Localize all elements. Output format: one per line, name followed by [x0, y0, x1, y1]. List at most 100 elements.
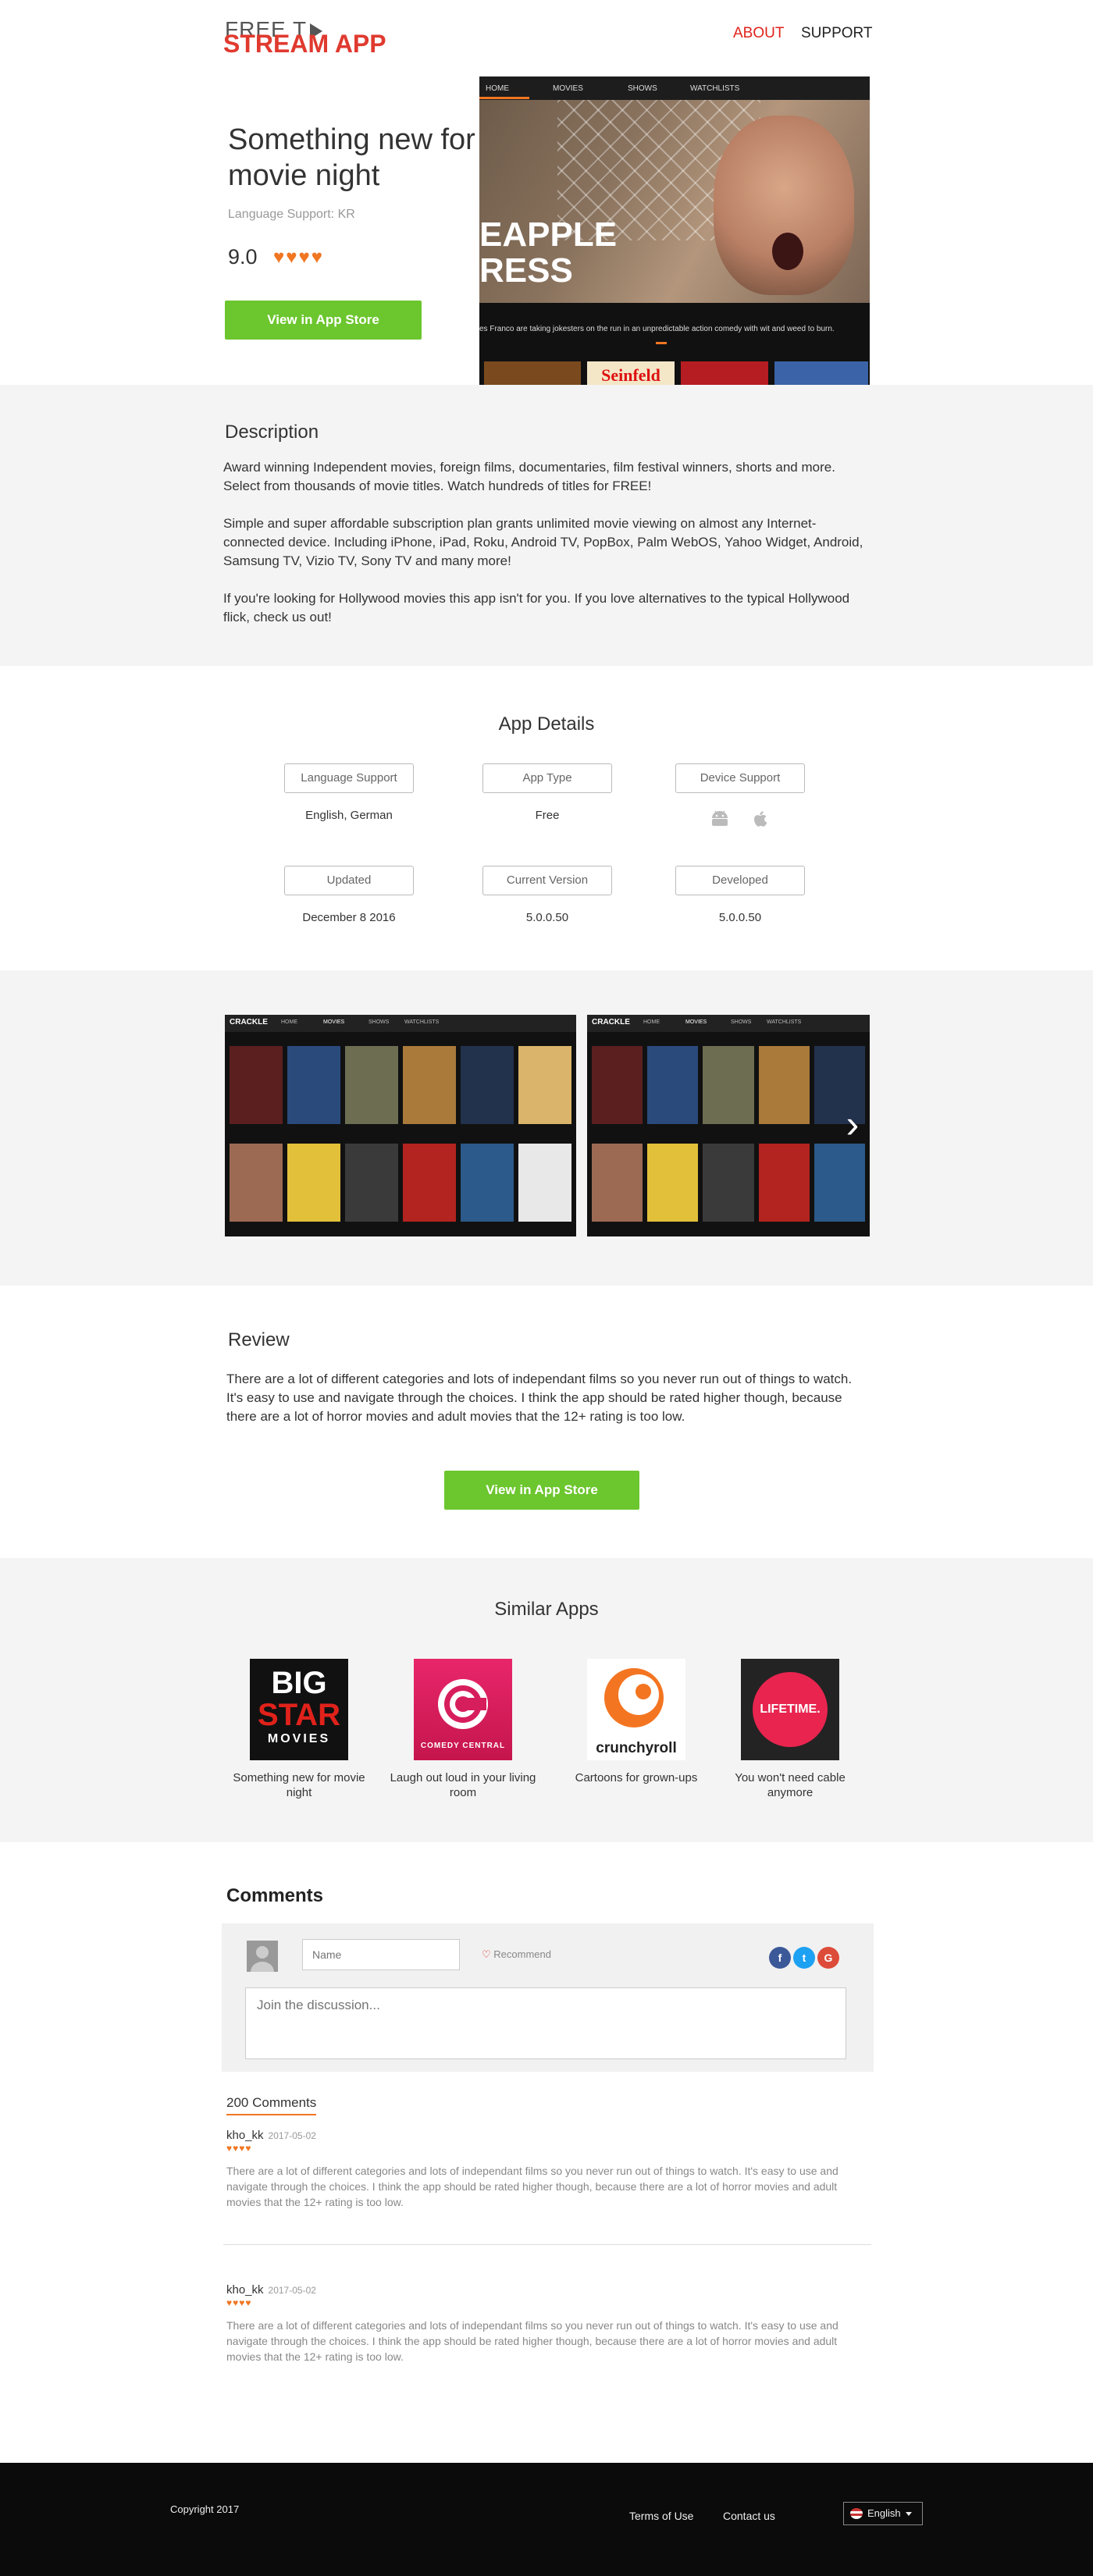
- comment-author[interactable]: kho_kk: [226, 2283, 264, 2297]
- comment-text: There are a lot of different categories …: [226, 2165, 838, 2208]
- similar-apps-heading: Similar Apps: [494, 1599, 599, 1620]
- comment-rating: ♥♥♥♥: [226, 2297, 252, 2308]
- hero-rating: 9.0: [228, 245, 258, 269]
- view-in-app-store-button[interactable]: View in App Store: [225, 301, 422, 340]
- screenshot-tab-watchlists: WATCHLISTS: [690, 84, 740, 93]
- lifetime-logo: LIFETIME.: [753, 1672, 828, 1747]
- poster: [703, 1144, 754, 1222]
- gallery-screenshot-2[interactable]: CRACKLE HOME MOVIES SHOWS WATCHLISTS: [587, 1015, 870, 1236]
- comment-divider: [223, 2244, 871, 2245]
- name-input[interactable]: [302, 1939, 460, 1970]
- poster: [758, 1144, 810, 1222]
- contact-link[interactable]: Contact us: [723, 2510, 775, 2522]
- poster: [758, 1046, 810, 1124]
- discussion-input[interactable]: [245, 1987, 846, 2059]
- poster: [345, 1046, 398, 1124]
- flag-icon: [850, 2508, 863, 2519]
- crunchyroll-app[interactable]: crunchyroll: [587, 1659, 685, 1760]
- poster: [647, 1144, 699, 1222]
- description-paragraph-2: Simple and super affordable subscription…: [223, 516, 863, 568]
- detail-value-language: English, German: [305, 809, 393, 822]
- facebook-icon[interactable]: f: [769, 1947, 791, 1969]
- featured-title: EAPPLE RESS: [479, 215, 618, 290]
- recommend-button[interactable]: ♡ Recommend: [482, 1948, 551, 1961]
- poster: [681, 361, 768, 385]
- comments-heading: Comments: [226, 1885, 324, 1906]
- poster-seinfeld: Seinfeld: [587, 361, 675, 385]
- detail-label-language: Language Support: [284, 763, 414, 793]
- poster: [518, 1144, 571, 1222]
- crackle-logo: CRACKLE: [230, 1018, 268, 1026]
- logo-bottom[interactable]: STREAM APP: [223, 30, 386, 59]
- comment-count: 200 Comments: [226, 2095, 317, 2115]
- user-icon: [247, 1941, 278, 1972]
- hero-language: Language Support: KR: [228, 208, 355, 221]
- poster: [345, 1144, 398, 1222]
- screenshot-tab-movies: MOVIES: [553, 84, 583, 93]
- poster: [461, 1144, 514, 1222]
- comment-item-2: kho_kk 2017-05-02 ♥♥♥♥ There are a lot of…: [226, 2283, 843, 2364]
- detail-value-updated: December 8 2016: [302, 911, 396, 924]
- detail-label-version: Current Version: [482, 866, 612, 895]
- detail-label-developed: Developed: [675, 866, 805, 895]
- comment-form: ♡ Recommend f t G: [222, 1923, 874, 2072]
- poster: [814, 1144, 865, 1222]
- poster: [230, 1144, 283, 1222]
- gallery-next-arrow[interactable]: ›: [838, 1101, 867, 1147]
- rating-hearts: ♥♥♥♥: [273, 247, 324, 268]
- gallery-screenshot-1[interactable]: CRACKLE HOME MOVIES SHOWS WATCHLISTS: [225, 1015, 576, 1236]
- poster: [647, 1046, 699, 1124]
- comment-rating: ♥♥♥♥: [226, 2143, 252, 2154]
- comment-author[interactable]: kho_kk: [226, 2129, 264, 2142]
- detail-value-version: 5.0.0.50: [525, 911, 569, 924]
- screenshot-nav: HOME MOVIES SHOWS WATCHLISTS: [479, 76, 870, 100]
- review-text: There are a lot of different categories …: [226, 1372, 853, 1424]
- language-select[interactable]: English: [843, 2502, 923, 2525]
- comedy-central-app[interactable]: COMEDY CENTRAL: [414, 1659, 512, 1760]
- crackle-logo: CRACKLE: [592, 1018, 630, 1026]
- big-star-movies-app[interactable]: BIG STAR MOVIES: [250, 1659, 348, 1760]
- poster-row: Seinfeld: [479, 361, 870, 385]
- google-icon[interactable]: G: [817, 1947, 839, 1969]
- similar-app-caption-4: You won't need cable anymore: [735, 1771, 846, 1799]
- review-heading: Review: [228, 1329, 290, 1350]
- poster: [403, 1144, 456, 1222]
- android-icon: [712, 810, 728, 826]
- comment-item-1: kho_kk 2017-05-02 ♥♥♥♥ There are a lot of…: [226, 2129, 843, 2210]
- app-details-heading: App Details: [498, 713, 595, 735]
- nav-support[interactable]: SUPPORT: [801, 25, 873, 42]
- similar-app-caption-2: Laugh out loud in your living room: [390, 1771, 536, 1799]
- nav-about[interactable]: ABOUT: [733, 25, 784, 42]
- poster: [774, 361, 868, 385]
- detail-value-developed: 5.0.0.50: [718, 911, 762, 924]
- comment-date: 2017-05-02: [268, 2285, 316, 2296]
- poster: [592, 1046, 643, 1124]
- description-paragraph-1: Award winning Independent movies, foreig…: [223, 460, 835, 493]
- detail-label-app-type: App Type: [482, 763, 612, 793]
- comment-date: 2017-05-02: [268, 2130, 316, 2141]
- poster: [287, 1144, 340, 1222]
- active-tab-indicator: [479, 97, 529, 99]
- similar-app-caption-3: Cartoons for grown-ups: [575, 1771, 698, 1784]
- copyright: Copyright 2017: [170, 2503, 240, 2515]
- carousel-indicator: [656, 342, 667, 344]
- caret-down-icon: [905, 2512, 912, 2517]
- description-paragraph-3: If you're looking for Hollywood movies t…: [223, 591, 850, 624]
- featured-caption: es Franco are taking jokesters on the ru…: [479, 325, 835, 333]
- terms-link[interactable]: Terms of Use: [629, 2510, 693, 2522]
- similar-app-caption-1: Something new for movie night: [233, 1771, 365, 1799]
- poster: [592, 1144, 643, 1222]
- hero-title: Something new for movie night: [228, 123, 475, 192]
- poster: [287, 1046, 340, 1124]
- twitter-icon[interactable]: t: [793, 1947, 815, 1969]
- poster: [230, 1046, 283, 1124]
- detail-value-app-type: Free: [535, 809, 560, 822]
- lifetime-app[interactable]: LIFETIME.: [741, 1659, 839, 1760]
- screenshot-tab-shows: SHOWS: [628, 84, 657, 93]
- actor-face: [714, 116, 854, 295]
- review-app-store-button[interactable]: View in App Store: [444, 1471, 639, 1510]
- apple-icon: [754, 811, 767, 827]
- poster: [518, 1046, 571, 1124]
- poster-grid: [592, 1046, 865, 1236]
- detail-label-device: Device Support: [675, 763, 805, 793]
